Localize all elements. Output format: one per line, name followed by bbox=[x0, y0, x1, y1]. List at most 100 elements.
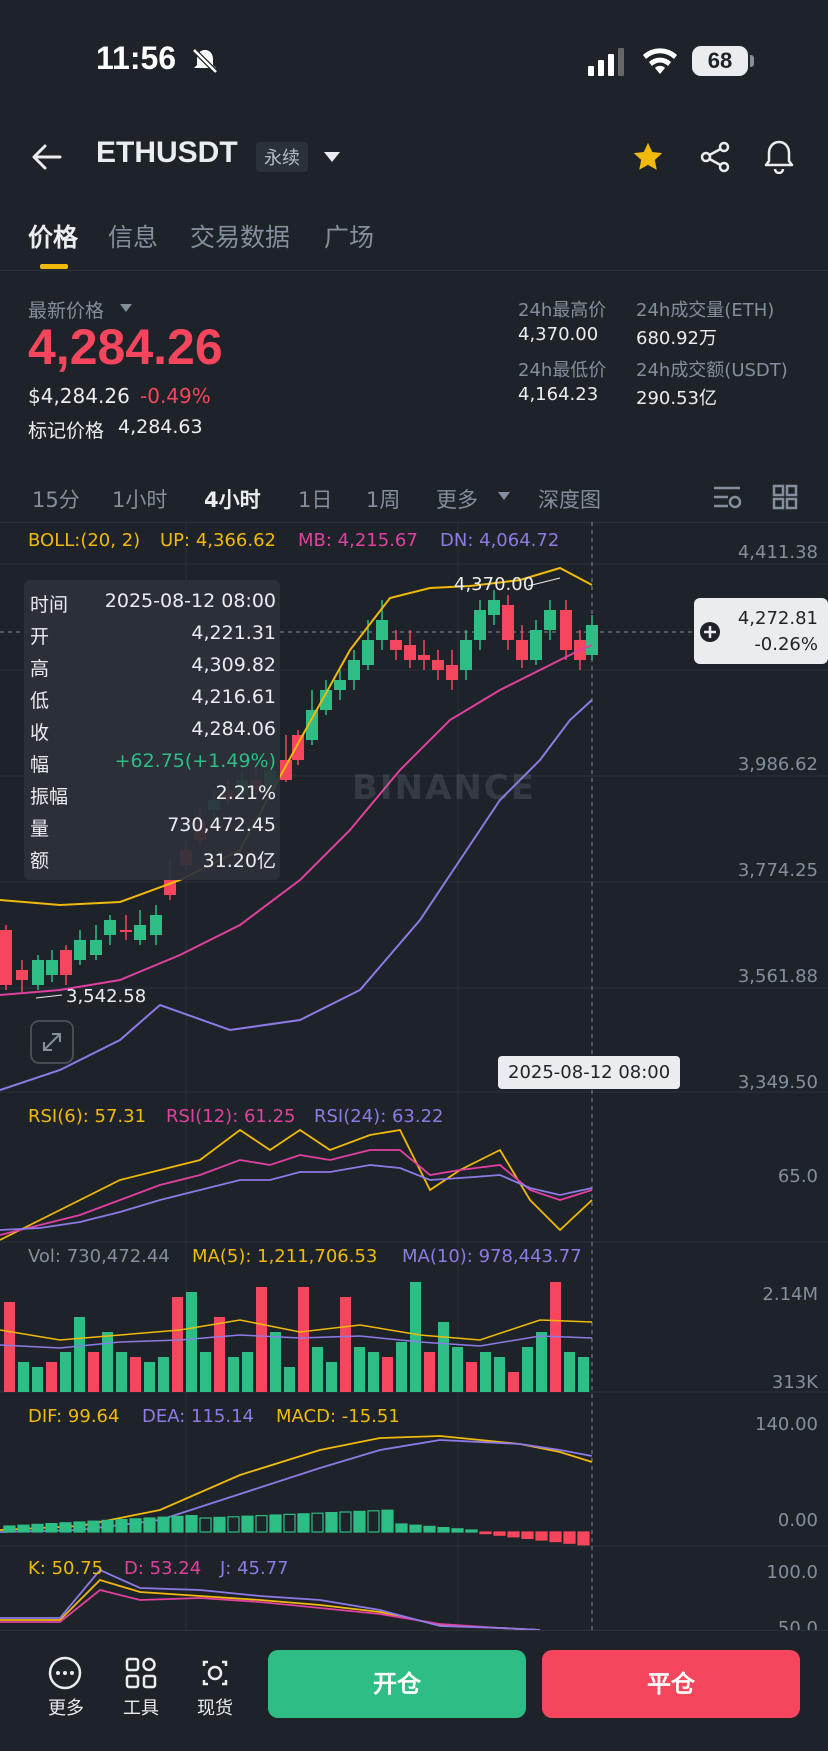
tooltip-value: 2025-08-12 08:00 bbox=[104, 590, 276, 612]
volume-bar bbox=[186, 1292, 197, 1392]
last-price-dropdown-icon[interactable] bbox=[118, 302, 134, 314]
favorite-star-icon[interactable] bbox=[630, 140, 666, 174]
macd-histogram-bar bbox=[227, 1516, 240, 1533]
alert-bell-icon[interactable] bbox=[762, 138, 796, 174]
more-label[interactable]: 更多 bbox=[36, 1694, 96, 1720]
macd-histogram-bar bbox=[283, 1513, 296, 1533]
macd-histogram-bar bbox=[17, 1524, 30, 1533]
volume-bar bbox=[424, 1352, 435, 1392]
macd-histogram-bar bbox=[255, 1514, 268, 1533]
candle-body bbox=[418, 655, 430, 660]
macd-histogram-bar bbox=[577, 1531, 590, 1546]
volume-bar bbox=[32, 1367, 43, 1392]
tooltip-key: 开 bbox=[30, 626, 50, 648]
tabs-divider bbox=[0, 270, 828, 271]
battery-indicator: 68 bbox=[692, 46, 748, 76]
layout-grid-icon[interactable] bbox=[772, 484, 798, 510]
tools-label[interactable]: 工具 bbox=[111, 1694, 171, 1720]
tab-trading-data[interactable]: 交易数据 bbox=[190, 218, 290, 254]
macd-histogram-bar bbox=[129, 1518, 142, 1533]
boll-label: BOLL:(20, 2) bbox=[28, 530, 141, 551]
symbol-dropdown-icon[interactable] bbox=[322, 150, 342, 164]
watermark: BINANCE bbox=[352, 768, 536, 808]
tooltip-value: +62.75(+1.49%) bbox=[114, 750, 276, 772]
tools-icon[interactable] bbox=[124, 1656, 158, 1690]
candle-body bbox=[134, 925, 146, 940]
macd-dif: DIF: 99.64 bbox=[28, 1406, 120, 1427]
boll-up: UP: 4,366.62 bbox=[160, 530, 276, 551]
expand-icon[interactable] bbox=[30, 1020, 74, 1064]
volume-bar bbox=[284, 1367, 295, 1392]
volume-bar bbox=[480, 1352, 491, 1392]
indicator-settings-icon[interactable] bbox=[712, 484, 742, 510]
macd-histogram-bar bbox=[45, 1522, 58, 1533]
tooltip-value: 4,284.06 bbox=[191, 718, 276, 740]
candle-body bbox=[348, 660, 360, 680]
macd-histogram-bar bbox=[339, 1511, 352, 1533]
volume-bar bbox=[494, 1357, 505, 1392]
close-position-button[interactable]: 平仓 bbox=[542, 1650, 800, 1718]
last-price: 4,284.26 bbox=[28, 319, 223, 375]
candle-body bbox=[0, 930, 12, 985]
status-time: 11:56 bbox=[96, 40, 177, 76]
macd-axis-tick: 140.00 bbox=[755, 1414, 818, 1435]
interval-1w[interactable]: 1周 bbox=[366, 484, 400, 514]
macd-histogram-bar bbox=[367, 1510, 380, 1533]
open-position-button[interactable]: 开仓 bbox=[268, 1650, 526, 1718]
volume-bar bbox=[116, 1352, 127, 1392]
kdj-j: J: 45.77 bbox=[220, 1558, 289, 1579]
interval-1d[interactable]: 1日 bbox=[298, 484, 332, 514]
more-dropdown-icon[interactable] bbox=[496, 490, 512, 502]
more-icon[interactable] bbox=[48, 1656, 82, 1690]
symbol-title[interactable]: ETHUSDT bbox=[96, 136, 238, 170]
macd-histogram-bar bbox=[297, 1513, 310, 1533]
vol-axis-tick: 2.14M bbox=[762, 1284, 818, 1305]
candle-body bbox=[404, 645, 416, 660]
interval-15m[interactable]: 15分 bbox=[32, 484, 80, 514]
interval-4h[interactable]: 4小时 bbox=[204, 484, 261, 514]
tooltip-value: 4,221.31 bbox=[191, 622, 276, 644]
candle-body bbox=[516, 640, 528, 660]
macd-histogram-bar bbox=[241, 1515, 254, 1533]
volume-bar bbox=[382, 1357, 393, 1392]
back-arrow-icon[interactable] bbox=[30, 140, 64, 174]
volume-bar bbox=[228, 1357, 239, 1392]
candle-body bbox=[104, 920, 116, 935]
macd-histogram-bar bbox=[87, 1520, 100, 1533]
tooltip-key: 幅 bbox=[30, 754, 50, 776]
depth-chart-tab[interactable]: 深度图 bbox=[538, 484, 601, 514]
macd-dif-line bbox=[0, 1435, 593, 1531]
candle-body bbox=[120, 930, 132, 932]
contract-type-badge: 永续 bbox=[256, 142, 308, 172]
low-mark-label: 3,542.58 bbox=[66, 986, 147, 1007]
candle-body bbox=[460, 640, 472, 670]
macd-histogram-bar bbox=[395, 1523, 408, 1533]
tab-info[interactable]: 信息 bbox=[108, 218, 158, 254]
candle-body bbox=[46, 960, 58, 975]
vol-eth-value: 680.92万 bbox=[636, 328, 717, 349]
spot-label[interactable]: 现货 bbox=[185, 1694, 245, 1720]
low-24h-value: 4,164.23 bbox=[518, 384, 599, 405]
price-axis-tick: 3,349.50 bbox=[737, 1072, 818, 1093]
tab-square[interactable]: 广场 bbox=[324, 218, 374, 254]
candle-body bbox=[432, 660, 444, 670]
macd-histogram-bar bbox=[143, 1517, 156, 1533]
wifi-icon bbox=[643, 48, 677, 74]
rsi24-line bbox=[0, 1164, 593, 1231]
macd-histogram-bar bbox=[115, 1518, 128, 1533]
interval-1h[interactable]: 1小时 bbox=[112, 484, 167, 514]
spot-icon[interactable] bbox=[198, 1656, 232, 1690]
macd-histogram-bar bbox=[549, 1531, 562, 1543]
interval-more[interactable]: 更多 bbox=[436, 484, 478, 514]
volume-bar bbox=[200, 1352, 211, 1392]
tab-price[interactable]: 价格 bbox=[28, 218, 78, 254]
add-order-icon[interactable] bbox=[698, 620, 722, 644]
rsi-24: RSI(24): 63.22 bbox=[314, 1106, 444, 1127]
share-icon[interactable] bbox=[698, 140, 732, 174]
macd-histogram-bar bbox=[31, 1523, 44, 1533]
volume-bar bbox=[522, 1347, 533, 1392]
macd-histogram-bar bbox=[423, 1525, 436, 1533]
volume-bar bbox=[452, 1347, 463, 1392]
candle-body bbox=[390, 640, 402, 650]
candle-body bbox=[74, 940, 86, 960]
